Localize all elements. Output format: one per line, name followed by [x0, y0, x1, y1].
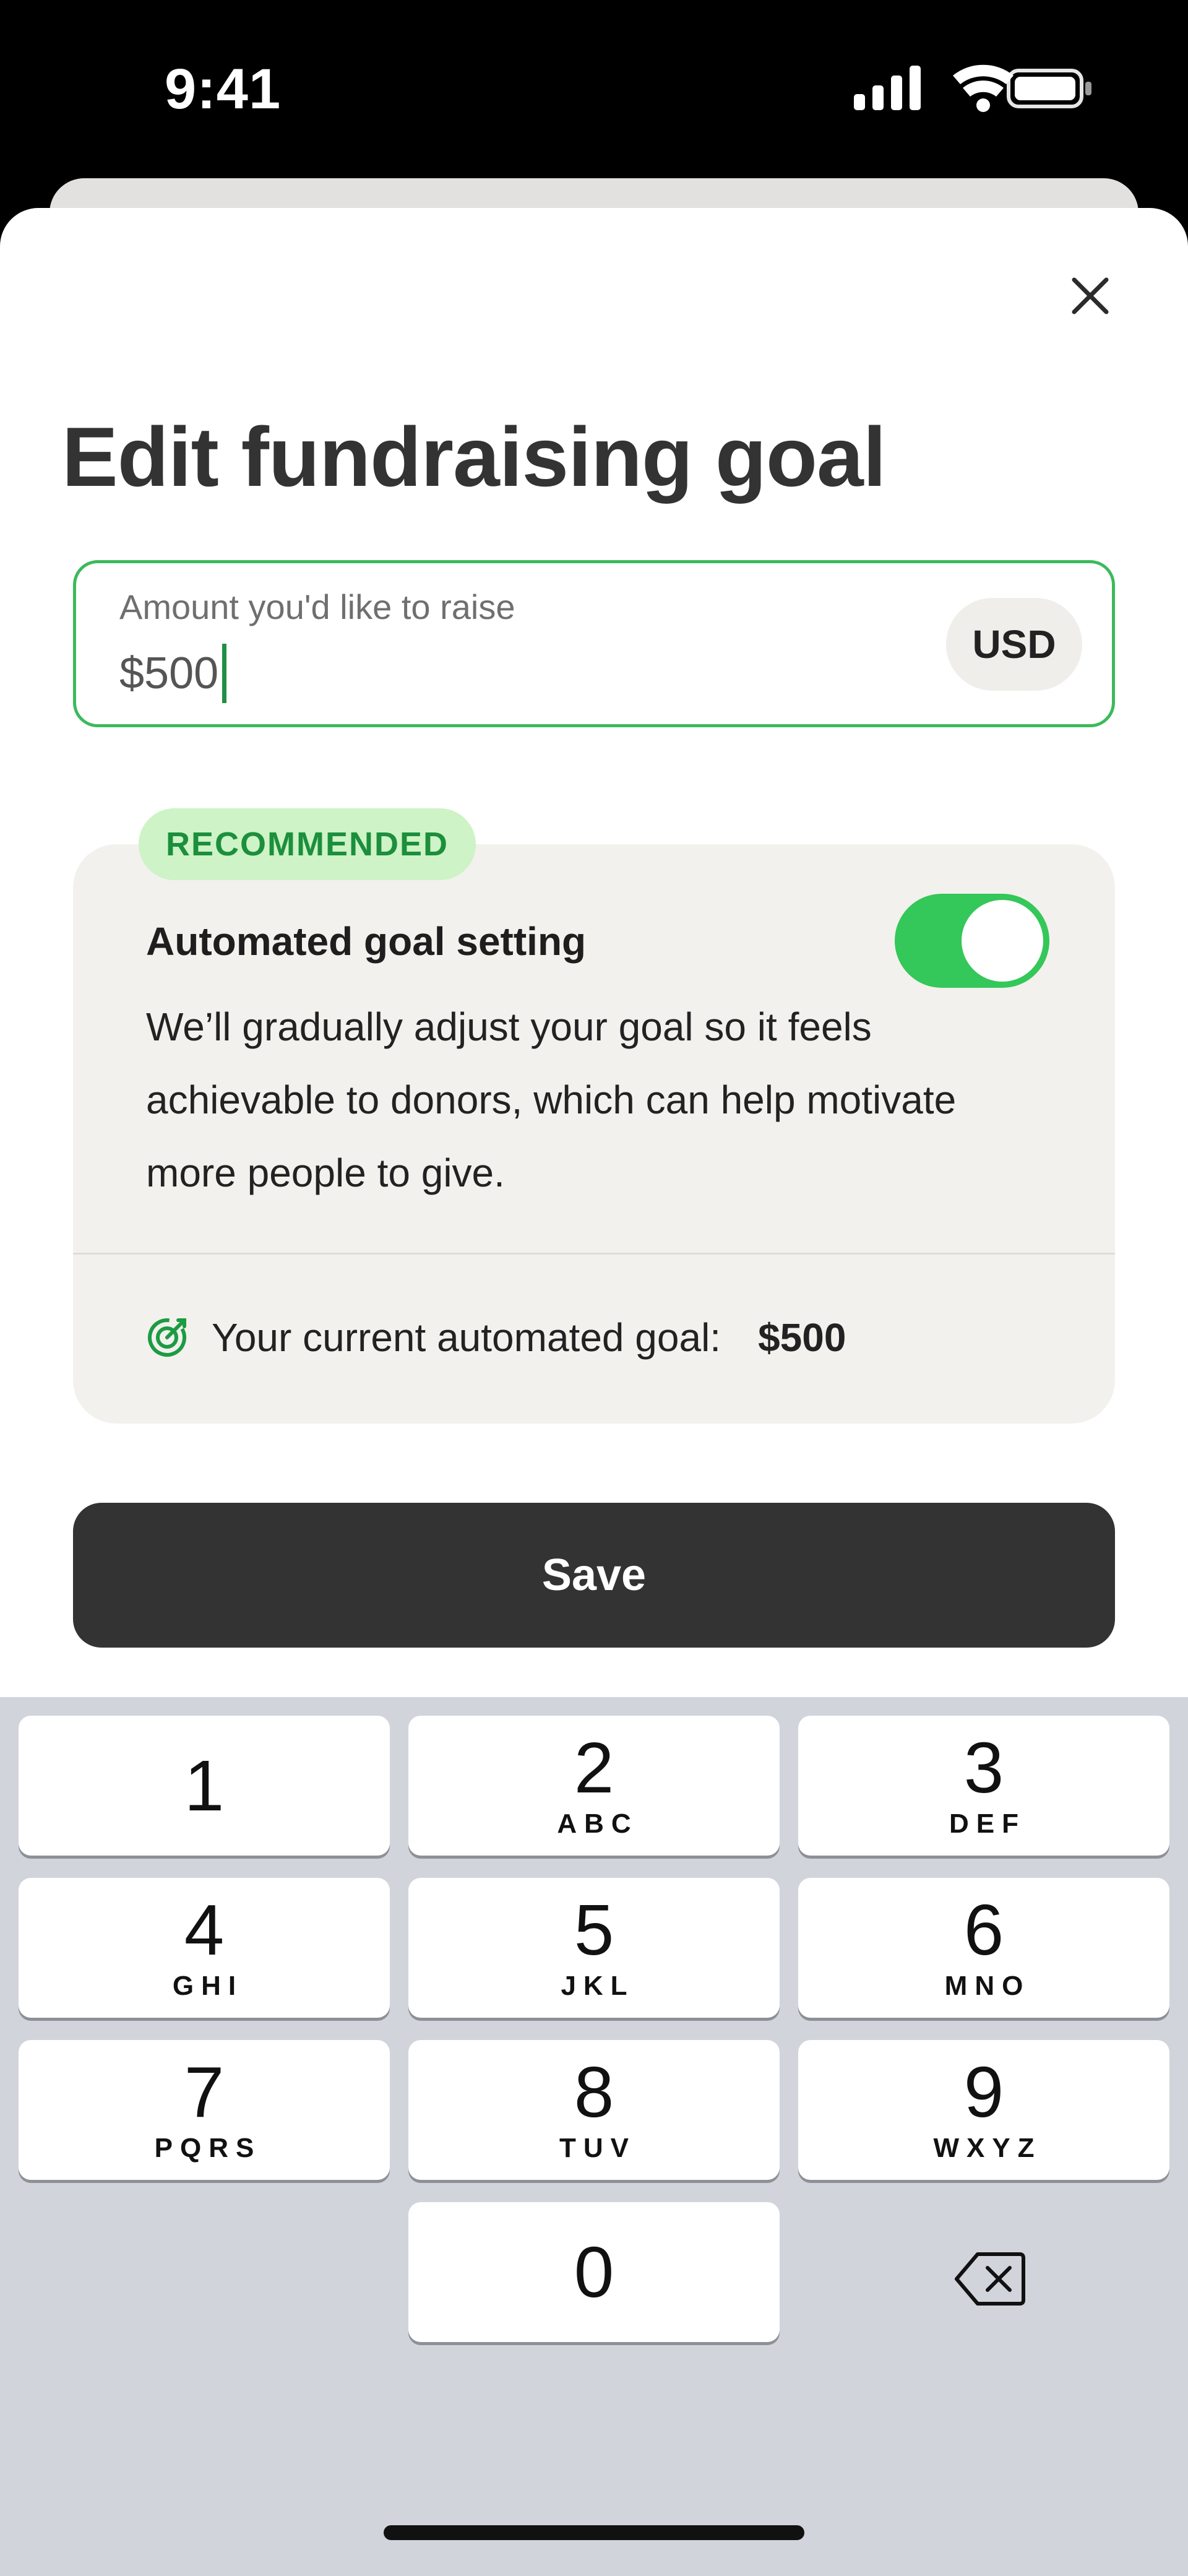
key-letters: ABC — [557, 1809, 639, 1839]
automated-goal-heading: Automated goal setting — [146, 919, 587, 964]
key-digit: 4 — [184, 1890, 225, 1970]
key-digit: 9 — [963, 2052, 1004, 2132]
key-letters: GHI — [172, 1971, 244, 2001]
key-letters: JKL — [561, 1971, 635, 2001]
amount-label: Amount you'd like to raise — [119, 587, 515, 626]
current-goal-label: Your current automated goal: — [212, 1315, 721, 1360]
key-1[interactable]: 1 — [19, 1716, 390, 1856]
currency-selector[interactable]: USD — [946, 598, 1082, 691]
divider — [73, 1253, 1115, 1255]
status-icons — [848, 62, 1095, 114]
toggle-knob — [962, 900, 1043, 982]
close-icon — [1072, 277, 1109, 314]
home-indicator[interactable] — [384, 2525, 804, 2540]
current-goal-value: $500 — [758, 1315, 846, 1360]
recommended-badge: RECOMMENDED — [139, 808, 476, 880]
key-letters: PQRS — [154, 2133, 262, 2163]
backspace-icon — [955, 2252, 1025, 2306]
key-letters: WXYZ — [933, 2133, 1042, 2163]
amount-value[interactable]: $500 — [119, 648, 218, 699]
key-digit: 8 — [574, 2052, 614, 2132]
key-letters: MNO — [944, 1971, 1031, 2001]
signal-icon — [854, 66, 921, 110]
page-title: Edit fundraising goal — [62, 410, 886, 504]
amount-value-row[interactable]: $500 — [119, 644, 227, 703]
key-digit: 7 — [184, 2052, 225, 2132]
status-time: 9:41 — [165, 58, 282, 121]
key-digit: 3 — [963, 1727, 1004, 1808]
key-9[interactable]: 9 WXYZ — [798, 2040, 1169, 2180]
key-digit: 2 — [574, 1727, 614, 1808]
key-letters: TUV — [559, 2133, 636, 2163]
amount-input[interactable]: Amount you'd like to raise $500 USD — [73, 560, 1115, 727]
key-8[interactable]: 8 TUV — [408, 2040, 780, 2180]
key-digit: 6 — [963, 1890, 1004, 1970]
wifi-icon — [953, 64, 1014, 112]
close-button[interactable] — [1064, 270, 1116, 322]
automated-goal-description: We’ll gradually adjust your goal so it f… — [146, 1005, 957, 1195]
delete-key[interactable] — [947, 2242, 1033, 2316]
key-3[interactable]: 3 DEF — [798, 1716, 1169, 1856]
battery-icon — [1007, 69, 1091, 108]
key-5[interactable]: 5 JKL — [408, 1878, 780, 2018]
key-6[interactable]: 6 MNO — [798, 1878, 1169, 2018]
key-0[interactable]: 0 — [408, 2202, 780, 2342]
numeric-keyboard: 1 2 ABC 3 DEF 4 GHI 5 JKL 6 MNO 7 PQRS 8… — [0, 1697, 1188, 2576]
text-caret — [222, 644, 227, 703]
status-bar: 9:41 — [0, 0, 1188, 179]
current-automated-goal: Your current automated goal: $500 — [146, 1315, 846, 1360]
key-letters: DEF — [949, 1809, 1026, 1839]
key-4[interactable]: 4 GHI — [19, 1878, 390, 2018]
automated-goal-card: Automated goal setting We’ll gradually a… — [73, 844, 1115, 1424]
target-icon — [146, 1316, 188, 1359]
save-button[interactable]: Save — [73, 1503, 1115, 1648]
key-digit: 1 — [184, 1745, 225, 1826]
key-2[interactable]: 2 ABC — [408, 1716, 780, 1856]
key-digit: 5 — [574, 1890, 614, 1970]
key-digit: 0 — [574, 2232, 614, 2312]
key-7[interactable]: 7 PQRS — [19, 2040, 390, 2180]
automated-goal-toggle[interactable] — [895, 894, 1049, 988]
